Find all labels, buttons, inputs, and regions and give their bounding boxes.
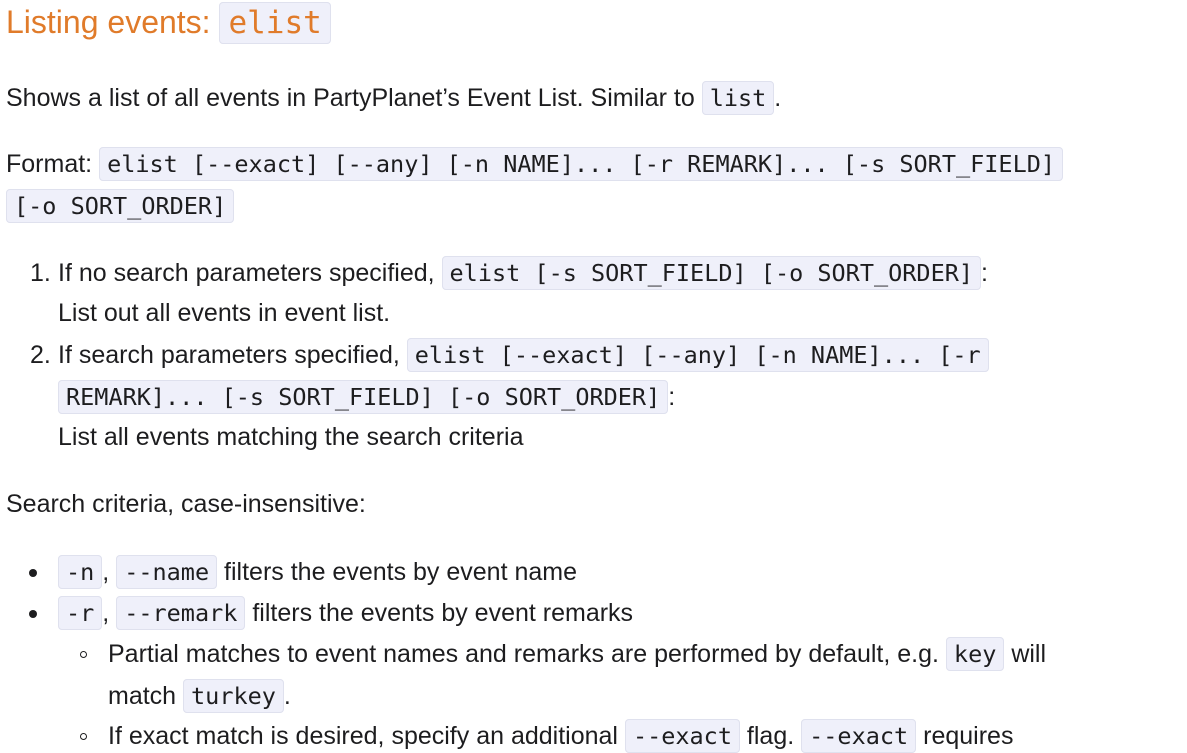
sub-bullet-2-text-b: flag. <box>739 722 802 750</box>
remark-flag-desc: filters the events by event remarks <box>245 599 634 627</box>
remark-long-flag: --remark <box>116 596 246 630</box>
sub-bullet-1-line-1: Partial matches to event names and remar… <box>108 637 1047 671</box>
list-marker-1: 1. <box>30 259 51 287</box>
format-command-part2: [-o SORT_ORDER] <box>6 189 235 223</box>
list-item-2-line-1: If search parameters specified, elist [-… <box>58 338 989 372</box>
intro-text: Shows a list of all events in PartyPlane… <box>6 84 702 112</box>
format-line-1: Format: elist [--exact] [--any] [-n NAME… <box>6 147 1064 181</box>
list-item-2-text: If search parameters specified, <box>58 341 407 369</box>
bullet-item-name: -n, --name filters the events by event n… <box>58 555 578 589</box>
list-item-2-command-part2: REMARK]... [-s SORT_FIELD] [-o SORT_ORDE… <box>58 380 669 414</box>
sub-bullet-2-text-c: requires <box>916 722 1014 750</box>
list-item-1-after: : <box>981 259 988 287</box>
list-item-2-desc: List all events matching the search crit… <box>58 423 524 451</box>
exact-flag-1: --exact <box>624 719 740 753</box>
intro-command: list <box>701 81 775 115</box>
sub-bullet-1-example-key: key <box>945 637 1005 671</box>
sub-bullet-1-line2-text: match <box>108 682 184 710</box>
criteria-intro: Search criteria, case-insensitive: <box>6 490 366 518</box>
list-item-2-command-part1: elist [--exact] [--any] [-n NAME]... [-r <box>406 338 989 372</box>
page-title-command: elist <box>219 2 331 44</box>
bullet-item-remark: -r, --remark filters the events by event… <box>58 596 634 630</box>
sub-bullet-2-line-1: If exact match is desired, specify an ad… <box>108 719 1014 753</box>
sub-bullet-1-line-2: match turkey. <box>108 679 291 713</box>
remark-short-flag: -r <box>58 596 103 630</box>
name-flag-separator: , <box>102 558 117 586</box>
name-flag-desc: filters the events by event name <box>217 558 578 586</box>
intro-after: . <box>774 84 782 112</box>
page-title-text: Listing events: <box>6 4 220 40</box>
exact-flag-2: --exact <box>801 719 917 753</box>
bullet-disc-2 <box>29 610 37 618</box>
list-item-2-after: : <box>668 383 676 411</box>
list-item-1-text: If no search parameters specified, <box>58 259 442 287</box>
sub-bullet-1-text: Partial matches to event names and remar… <box>108 640 946 668</box>
sub-bullet-circle-2 <box>80 733 87 740</box>
name-long-flag: --name <box>116 555 218 589</box>
name-short-flag: -n <box>58 555 103 589</box>
list-item-1-line-1: If no search parameters specified, elist… <box>58 256 988 290</box>
sub-bullet-1-after: . <box>283 682 291 710</box>
format-command-part1: elist [--exact] [--any] [-n NAME]... [-r… <box>99 147 1064 181</box>
intro-paragraph: Shows a list of all events in PartyPlane… <box>6 81 782 115</box>
sub-bullet-1-example-turkey: turkey <box>183 679 284 713</box>
sub-bullet-2-text: If exact match is desired, specify an ad… <box>108 722 625 750</box>
format-label: Format: <box>6 150 100 178</box>
list-item-2-line-2: REMARK]... [-s SORT_FIELD] [-o SORT_ORDE… <box>58 380 676 414</box>
list-marker-2: 2. <box>30 341 51 369</box>
sub-bullet-circle-1 <box>80 651 87 658</box>
page-title: Listing events: elist <box>6 2 331 44</box>
format-line-2: [-o SORT_ORDER] <box>6 189 235 223</box>
list-item-1-command: elist [-s SORT_FIELD] [-o SORT_ORDER] <box>441 256 982 290</box>
remark-flag-separator: , <box>102 599 117 627</box>
sub-bullet-1-text-b: will <box>1004 640 1047 668</box>
bullet-disc-1 <box>29 569 37 577</box>
list-item-1-desc: List out all events in event list. <box>58 299 391 327</box>
